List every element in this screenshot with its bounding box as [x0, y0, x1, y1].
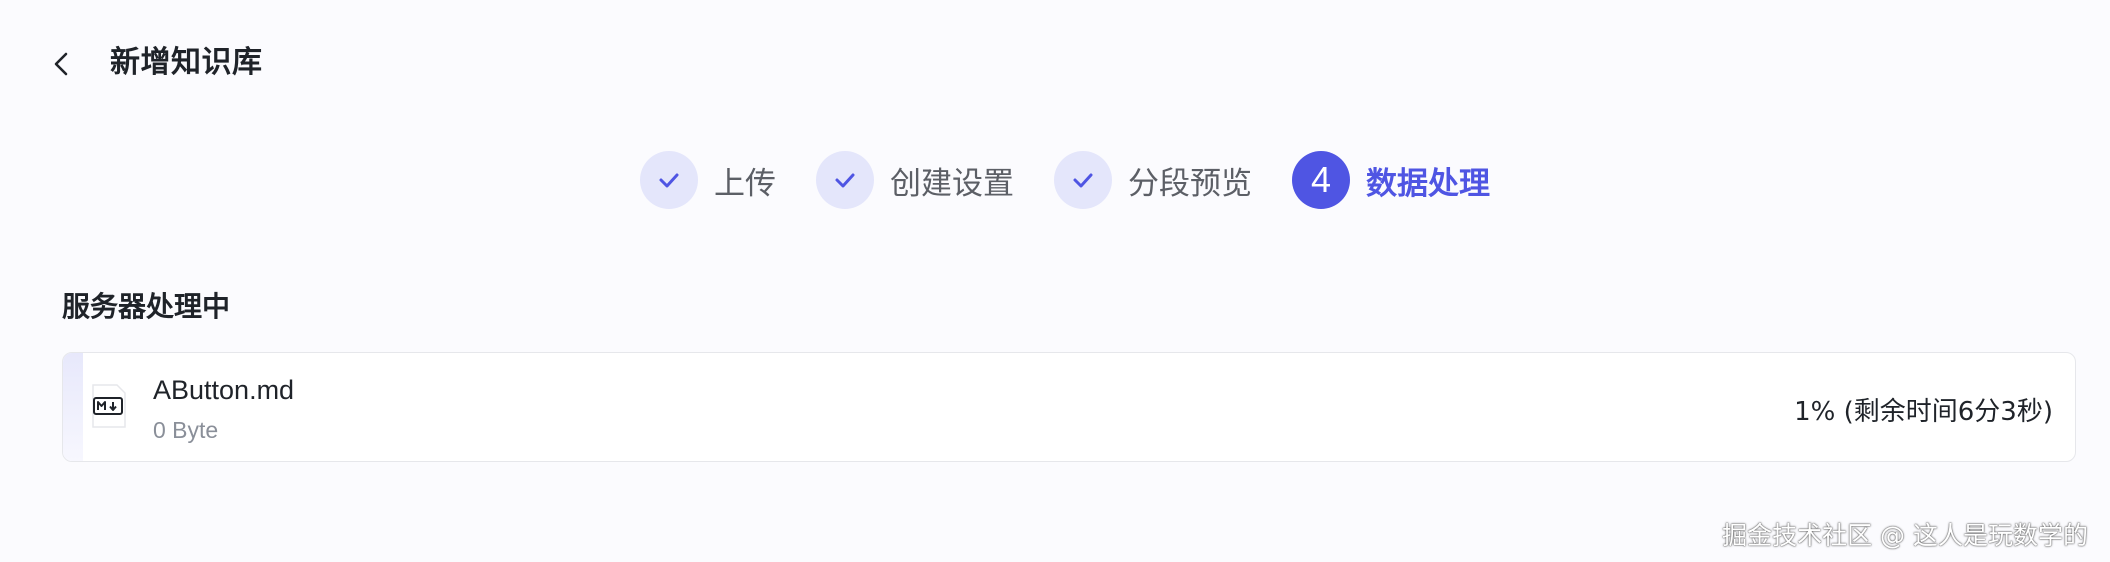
section-title: 服务器处理中 [62, 290, 231, 323]
step-create-settings: 创建设置 [816, 151, 1014, 209]
progress-bar-fill [63, 353, 84, 461]
file-size: 0 Byte [153, 417, 219, 443]
step-done-circle [640, 151, 698, 209]
page-header: 新增知识库 [0, 0, 2110, 130]
file-name: AButton.md [153, 375, 295, 405]
watermark: 掘金技术社区 @ 这人是玩数学的 [1722, 521, 2088, 550]
step-segment-preview: 分段预览 [1054, 151, 1252, 209]
page-title: 新增知识库 [110, 45, 263, 80]
step-indicator: 上传 创建设置 分段预览 4 数据处理 [640, 150, 1490, 210]
step-number-circle: 4 [1292, 151, 1350, 209]
check-icon [659, 173, 679, 188]
markdown-file-icon [92, 384, 126, 428]
step-label-active: 数据处理 [1366, 165, 1490, 202]
step-done-circle [816, 151, 874, 209]
back-button[interactable] [46, 46, 76, 82]
step-upload: 上传 [640, 151, 776, 209]
step-label: 上传 [714, 165, 776, 202]
step-done-circle [1054, 151, 1112, 209]
step-data-processing: 4 数据处理 [1292, 151, 1490, 209]
check-icon [1073, 173, 1093, 188]
step-label: 分段预览 [1128, 165, 1252, 202]
step-label: 创建设置 [890, 165, 1014, 202]
check-icon [835, 173, 855, 188]
file-progress-text: 1% (剩余时间6分3秒) [1794, 397, 2053, 427]
file-card: AButton.md 0 Byte 1% (剩余时间6分3秒) [62, 352, 2076, 462]
chevron-left-icon [54, 52, 68, 76]
